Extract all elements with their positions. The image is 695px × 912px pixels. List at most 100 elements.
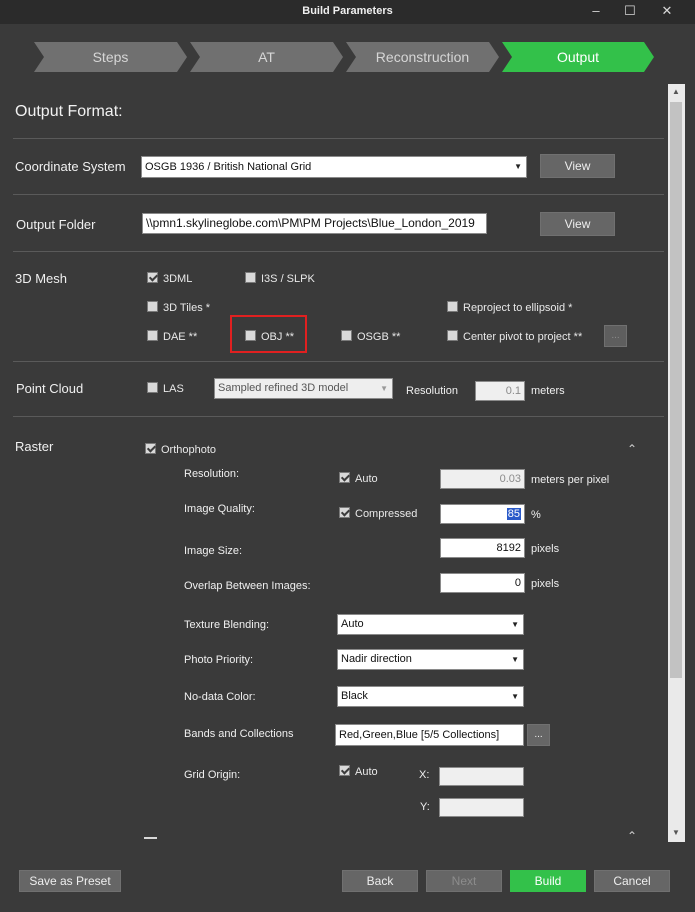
- wizard-steps: Steps AT Reconstruction Output: [0, 42, 695, 74]
- build-button[interactable]: Build: [510, 870, 586, 892]
- grid-y-field[interactable]: [439, 798, 524, 817]
- compressed-label: Compressed: [355, 508, 418, 520]
- scrollbar-thumb[interactable]: [670, 102, 682, 678]
- grid-auto-checkbox[interactable]: [339, 765, 350, 776]
- collapse-icon[interactable]: [144, 837, 157, 839]
- scrollbar[interactable]: ▲ ▼: [668, 84, 685, 842]
- i3s-label: I3S / SLPK: [261, 273, 315, 285]
- image-quality-label: Image Quality:: [184, 503, 255, 515]
- resolution-auto-label: Auto: [355, 473, 378, 485]
- 3dml-checkbox[interactable]: [147, 272, 158, 283]
- image-quality-unit: %: [531, 509, 541, 521]
- raster-label: Raster: [15, 439, 54, 454]
- photo-priority-select[interactable]: Nadir direction ▼: [337, 649, 524, 670]
- point-cloud-source-value: Sampled refined 3D model: [218, 382, 349, 394]
- step-output[interactable]: Output: [502, 42, 654, 72]
- texture-blending-label: Texture Blending:: [184, 619, 269, 631]
- bands-label: Bands and Collections: [184, 728, 294, 740]
- 3dml-label: 3DML: [163, 273, 193, 285]
- point-cloud-resolution-field[interactable]: 0.1: [475, 381, 525, 401]
- point-cloud-label: Point Cloud: [16, 381, 84, 396]
- divider: [13, 251, 664, 252]
- compressed-checkbox[interactable]: [339, 507, 350, 518]
- divider: [13, 194, 664, 195]
- reproject-label: Reproject to ellipsoid *: [463, 302, 573, 314]
- chevron-down-icon: ▼: [511, 620, 519, 629]
- close-icon[interactable]: ✕: [657, 3, 677, 19]
- grid-origin-label: Grid Origin:: [184, 769, 241, 781]
- las-checkbox[interactable]: [147, 382, 158, 393]
- photo-priority-value: Nadir direction: [341, 653, 412, 665]
- las-label: LAS: [163, 383, 184, 395]
- panel-title: Output Format:: [15, 103, 123, 120]
- divider: [13, 138, 664, 139]
- center-pivot-more-button[interactable]: ...: [604, 325, 627, 347]
- resolution-auto-checkbox[interactable]: [339, 472, 350, 483]
- image-size-label: Image Size:: [184, 545, 243, 557]
- cancel-button[interactable]: Cancel: [594, 870, 670, 892]
- save-preset-button[interactable]: Save as Preset: [19, 870, 121, 892]
- chevron-down-icon: ▼: [511, 692, 519, 701]
- point-cloud-unit: meters: [531, 385, 565, 397]
- step-reconstruction[interactable]: Reconstruction: [346, 42, 499, 72]
- grid-x-field[interactable]: [439, 767, 524, 786]
- image-size-field[interactable]: 8192: [440, 538, 525, 558]
- grid-y-label: Y:: [420, 801, 430, 813]
- dae-checkbox[interactable]: [147, 330, 158, 341]
- dae-label: DAE **: [163, 331, 198, 343]
- osgb-checkbox[interactable]: [341, 330, 352, 341]
- overlap-field[interactable]: 0: [440, 573, 525, 593]
- output-folder-label: Output Folder: [16, 217, 96, 232]
- chevron-down-icon: ▼: [514, 162, 522, 171]
- coordinate-system-select[interactable]: OSGB 1936 / British National Grid ▼: [141, 156, 527, 178]
- 3d-tiles-label: 3D Tiles *: [163, 302, 211, 314]
- coordinate-system-value: OSGB 1936 / British National Grid: [145, 161, 312, 173]
- point-cloud-resolution-label: Resolution: [406, 385, 458, 397]
- nodata-color-select[interactable]: Black ▼: [337, 686, 524, 707]
- divider: [13, 416, 664, 417]
- center-pivot-label: Center pivot to project **: [463, 331, 583, 343]
- bands-more-button[interactable]: ...: [527, 724, 550, 746]
- grid-x-label: X:: [419, 769, 430, 781]
- coordinate-view-button[interactable]: View: [540, 154, 615, 178]
- image-quality-field[interactable]: 85: [440, 504, 525, 524]
- mesh-label: 3D Mesh: [15, 271, 68, 286]
- bands-field[interactable]: Red,Green,Blue [5/5 Collections]: [335, 724, 524, 746]
- raster-resolution-field[interactable]: 0.03: [440, 469, 525, 489]
- texture-blending-value: Auto: [341, 618, 364, 630]
- chevron-down-icon: ▼: [380, 384, 388, 393]
- back-button[interactable]: Back: [342, 870, 418, 892]
- output-folder-field[interactable]: \\pmn1.skylineglobe.com\PM\PM Projects\B…: [142, 213, 487, 234]
- chevron-down-icon: ▼: [511, 655, 519, 664]
- point-cloud-source-select[interactable]: Sampled refined 3D model ▼: [214, 378, 393, 399]
- title-bar: Build Parameters – ☐ ✕: [0, 0, 695, 24]
- reproject-checkbox[interactable]: [447, 301, 458, 312]
- orthophoto-label: Orthophoto: [161, 444, 217, 456]
- image-size-unit: pixels: [531, 543, 560, 555]
- texture-blending-select[interactable]: Auto ▼: [337, 614, 524, 635]
- 3d-tiles-checkbox[interactable]: [147, 301, 158, 312]
- photo-priority-label: Photo Priority:: [184, 654, 254, 666]
- scroll-down-icon[interactable]: ▼: [672, 828, 680, 837]
- chevron-up-icon[interactable]: ⌃: [627, 442, 637, 456]
- output-folder-view-button[interactable]: View: [540, 212, 615, 236]
- chevron-up-icon[interactable]: ⌃: [627, 829, 637, 843]
- center-pivot-checkbox[interactable]: [447, 330, 458, 341]
- overlap-label: Overlap Between Images:: [184, 580, 311, 592]
- minimize-icon[interactable]: –: [586, 3, 606, 19]
- osgb-label: OSGB **: [357, 331, 401, 343]
- raster-resolution-label: Resolution:: [184, 468, 240, 480]
- image-quality-value: 85: [506, 508, 521, 520]
- next-button[interactable]: Next: [426, 870, 502, 892]
- scroll-up-icon[interactable]: ▲: [672, 87, 680, 96]
- grid-auto-label: Auto: [355, 766, 378, 778]
- raster-resolution-unit: meters per pixel: [531, 474, 610, 486]
- nodata-color-value: Black: [341, 690, 368, 702]
- i3s-checkbox[interactable]: [245, 272, 256, 283]
- step-at[interactable]: AT: [190, 42, 343, 72]
- overlap-unit: pixels: [531, 578, 560, 590]
- step-steps[interactable]: Steps: [34, 42, 187, 72]
- maximize-icon[interactable]: ☐: [620, 3, 640, 19]
- orthophoto-checkbox[interactable]: [145, 443, 156, 454]
- coordinate-system-label: Coordinate System: [15, 159, 126, 174]
